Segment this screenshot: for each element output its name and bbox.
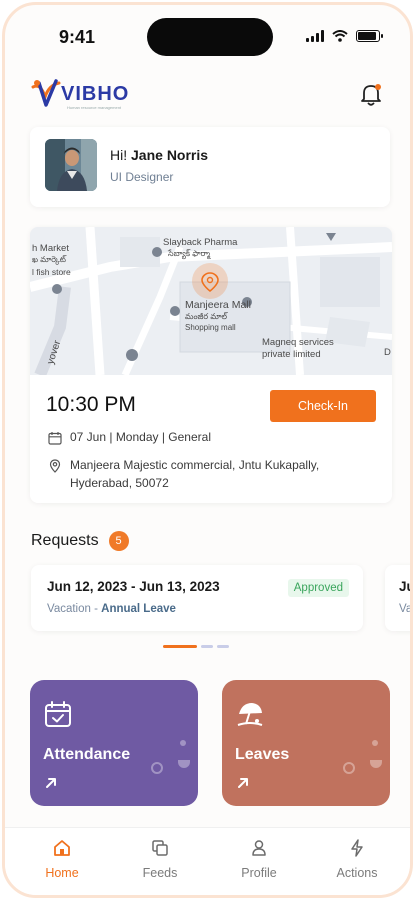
bell-icon[interactable]	[358, 81, 384, 107]
profile-card[interactable]: Hi! Jane Norris UI Designer	[30, 127, 390, 207]
map-label-d: D	[384, 347, 391, 358]
arrow-up-right-icon	[238, 778, 248, 788]
decor-bubble	[343, 762, 355, 774]
battery-icon	[356, 30, 383, 42]
logo-tagline: Human resource management	[67, 105, 122, 110]
status-badge: Approved	[287, 579, 349, 597]
nav-actions-label: Actions	[336, 866, 378, 880]
feeds-icon	[152, 840, 168, 856]
calendar-icon	[48, 432, 62, 445]
nav-actions[interactable]: Actions	[322, 838, 392, 880]
map-label-mall-type: Shopping mall	[185, 323, 236, 332]
location-address: Manjeera Majestic commercial, Jntu Kukap…	[70, 458, 320, 490]
system-icons	[306, 30, 383, 42]
location-pin-icon	[49, 459, 61, 473]
user-name: Jane Norris	[131, 147, 209, 163]
nav-feeds[interactable]: Feeds	[125, 838, 195, 880]
attendance-tile[interactable]: Attendance	[30, 680, 198, 806]
greeting-prefix: Hi!	[110, 147, 128, 163]
profile-icon	[252, 840, 266, 856]
nav-home[interactable]: Home	[27, 838, 97, 880]
check-in-button[interactable]: Check-In	[270, 390, 376, 422]
map-label-mall: Manjeera Mall	[185, 299, 251, 311]
status-bar: 9:41	[5, 5, 410, 67]
wifi-icon	[332, 30, 348, 42]
user-role: UI Designer	[110, 170, 174, 184]
request-separator: -	[90, 603, 102, 615]
decor-bubble	[372, 740, 378, 746]
nav-profile-label: Profile	[241, 866, 277, 880]
bottom-navigation: Home Feeds Profile Actions	[5, 827, 410, 895]
map-label-pharma-local: సేబ్యాక్ ఫార్మా	[168, 249, 211, 258]
nav-feeds-label: Feeds	[142, 866, 178, 880]
nav-profile[interactable]: Profile	[224, 838, 294, 880]
app-header: VIBHO Human resource management	[5, 71, 410, 121]
dynamic-island	[147, 18, 273, 56]
current-time: 10:30 PM	[46, 393, 136, 416]
arrow-up-right-icon	[46, 778, 56, 788]
decor-bubble	[180, 740, 186, 746]
map-label-market-local: ఖ మార్కెట్	[32, 255, 66, 264]
battery-level	[358, 32, 376, 40]
calendar-check-icon	[45, 701, 71, 727]
map-label-magneq-2: private limited	[262, 349, 321, 360]
logo-mark-icon	[31, 79, 61, 107]
carousel-pager	[163, 645, 229, 648]
avatar	[45, 139, 97, 191]
leaves-tile[interactable]: Leaves	[222, 680, 390, 806]
request-category: Va	[399, 603, 413, 615]
vibho-logo: VIBHO Human resource management	[29, 77, 129, 111]
actions-icon	[351, 839, 363, 857]
request-subtype: Annual Leave	[101, 603, 176, 615]
requests-count-badge: 5	[108, 531, 129, 551]
greeting: Hi! Jane Norris	[110, 147, 208, 163]
decor-bubble	[178, 760, 190, 768]
request-card[interactable]: Jun 12, 2023 - Jun 13, 2023 Vacation - A…	[31, 565, 363, 631]
map-label-fish-store: l fish store	[32, 267, 71, 277]
nav-home-label: Home	[45, 866, 79, 880]
avatar-image	[45, 139, 97, 191]
home-icon	[54, 840, 70, 856]
location-map[interactable]: h Market ఖ మార్కెట్ l fish store Slaybac…	[30, 227, 392, 378]
attendance-card: h Market ఖ మార్కెట్ l fish store Slaybac…	[30, 227, 392, 503]
phone-frame: 9:41 VIBHO Human resource management Hi!…	[2, 2, 413, 898]
pager-dot[interactable]	[201, 645, 213, 648]
attendance-label: Attendance	[43, 746, 131, 763]
requests-header: Requests 5	[31, 531, 129, 551]
pager-dot[interactable]	[217, 645, 229, 648]
request-type: Vacation - Annual Leave	[47, 603, 176, 615]
status-time: 9:41	[59, 27, 96, 47]
map-label-magneq-1: Magneq services	[262, 337, 334, 348]
pager-dot-active[interactable]	[163, 645, 197, 648]
decor-bubble	[151, 762, 163, 774]
signal-icon	[306, 30, 324, 42]
requests-title: Requests	[31, 532, 99, 549]
request-category: Vacation	[47, 603, 91, 615]
umbrella-icon	[237, 703, 263, 726]
request-dates: Jun 12, 2023 - Jun 13, 2023	[47, 579, 220, 594]
map-label-pharma: Slayback Pharma	[163, 237, 238, 248]
request-card[interactable]: Ju Va	[385, 565, 413, 631]
request-dates: Ju	[399, 579, 410, 594]
decor-bubble	[370, 760, 382, 768]
shift-details: 07 Jun | Monday | General	[70, 430, 211, 444]
map-label-market: h Market	[32, 243, 69, 254]
map-label-mall-local: మంజీర మాల్	[185, 312, 228, 321]
logo-text: VIBHO	[61, 82, 130, 105]
leaves-label: Leaves	[235, 746, 290, 763]
